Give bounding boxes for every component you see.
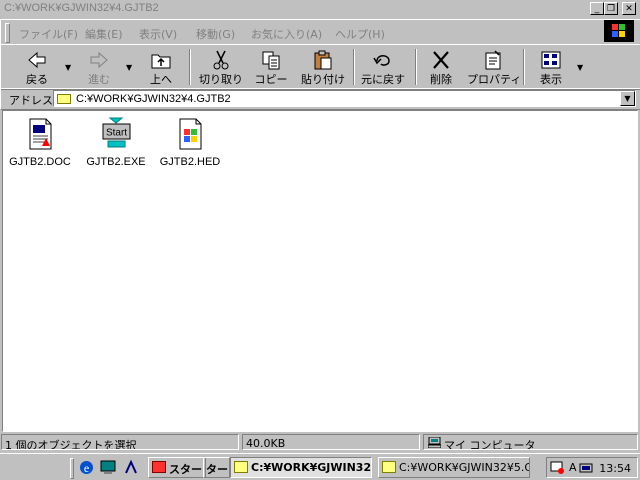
up-button[interactable]: 上へ: [139, 47, 183, 87]
exe-icon-label: Start: [106, 128, 127, 139]
network-icon[interactable]: [579, 461, 594, 475]
view-dropdown-icon[interactable]: ▼: [577, 63, 583, 72]
start-button-overlap[interactable]: タート: [203, 457, 230, 478]
menu-go[interactable]: 移動(G): [196, 26, 235, 42]
windows-flag-icon: [152, 461, 166, 473]
paste-icon: [314, 50, 332, 70]
scissors-icon: [213, 50, 229, 70]
forward-button[interactable]: 進む: [77, 47, 121, 87]
file-item-doc[interactable]: GJTB2.DOC: [0, 117, 80, 168]
computer-icon: [428, 437, 441, 448]
windows-logo-icon: [604, 20, 634, 42]
back-button[interactable]: 戻る: [15, 47, 59, 87]
status-size: 40.0KB: [242, 434, 420, 450]
file-view[interactable]: GJTB2.DOC Start GJTB2.EXE GJTB2.HED: [2, 110, 638, 432]
folder-icon: [234, 461, 248, 473]
quicklaunch-grip: [70, 458, 74, 479]
toolbar: 戻る ▼ 進む ▼ 上へ 切り取り コピー 貼り付け 元に戻す 削除 プロパティ…: [0, 44, 640, 90]
toolbar-separator: [415, 49, 417, 85]
copy-button[interactable]: コピー: [251, 47, 291, 87]
close-button[interactable]: ✕: [622, 2, 636, 15]
windows-file-icon: [179, 118, 202, 150]
menu-file[interactable]: ファイル(F): [19, 26, 78, 42]
system-tray: A 13:54: [546, 457, 638, 478]
file-item-hed[interactable]: GJTB2.HED: [150, 117, 230, 168]
maximize-button[interactable]: ❐: [604, 2, 618, 15]
menu-help[interactable]: ヘルプ(H): [335, 26, 385, 42]
properties-button[interactable]: プロパティ: [467, 47, 521, 87]
address-dropdown-button[interactable]: ▼: [620, 91, 635, 106]
view-grid-icon: [541, 51, 561, 69]
taskbar-item[interactable]: C:¥WORK¥GJWIN32¥5.G...: [378, 457, 530, 478]
undo-icon: [373, 55, 390, 66]
toolbar-separator: [353, 49, 355, 85]
file-item-exe[interactable]: Start GJTB2.EXE: [76, 117, 156, 168]
forward-arrow-icon: [90, 51, 108, 69]
delete-button[interactable]: 削除: [421, 47, 461, 87]
ime-mode-indicator[interactable]: A: [569, 461, 577, 474]
menu-edit[interactable]: 編集(E): [85, 26, 123, 42]
start-button-fragment[interactable]: スタート: [148, 457, 206, 478]
address-value: C:¥WORK¥GJWIN32¥4.GJTB2: [76, 93, 231, 105]
folder-icon: [57, 94, 71, 104]
properties-icon: [485, 50, 501, 70]
menu-view[interactable]: 表示(V): [139, 26, 177, 42]
paste-button[interactable]: 貼り付け: [298, 47, 348, 87]
window-title: C:¥WORK¥GJWIN32¥4.GJTB2: [4, 2, 159, 14]
svg-text:e: e: [84, 461, 89, 475]
title-bar: C:¥WORK¥GJWIN32¥4.GJTB2 _ ❐ ✕: [0, 0, 640, 18]
desktop-icon[interactable]: [100, 459, 118, 476]
ie-icon[interactable]: e: [78, 459, 95, 476]
doc-icon: [29, 118, 52, 150]
address-input[interactable]: C:¥WORK¥GJWIN32¥4.GJTB2 ▼: [53, 90, 636, 107]
menu-favorites[interactable]: お気に入り(A): [251, 26, 322, 42]
channels-icon[interactable]: [123, 459, 139, 476]
ime-icon[interactable]: [550, 461, 566, 475]
undo-button[interactable]: 元に戻す: [358, 47, 408, 87]
status-location: マイ コンピュータ: [423, 434, 638, 450]
start-exe-icon: Start: [102, 117, 131, 148]
address-bar: アドレス C:¥WORK¥GJWIN32¥4.GJTB2 ▼: [0, 88, 640, 110]
back-arrow-icon: [28, 51, 46, 69]
back-dropdown-icon[interactable]: ▼: [65, 63, 71, 72]
view-button[interactable]: 表示: [531, 47, 571, 87]
status-selection: 1 個のオブジェクトを選択: [1, 434, 239, 450]
toolbar-separator: [523, 49, 525, 85]
folder-icon: [382, 461, 396, 473]
delete-x-icon: [433, 51, 449, 69]
copy-icon: [262, 51, 280, 70]
clock[interactable]: 13:54: [599, 462, 631, 475]
address-label: アドレス: [9, 94, 53, 107]
toolbar-separator: [189, 49, 191, 85]
cut-button[interactable]: 切り取り: [197, 47, 245, 87]
menu-bar: ファイル(F) 編集(E) 表示(V) 移動(G) お気に入り(A) ヘルプ(H…: [0, 19, 640, 45]
status-bar: 1 個のオブジェクトを選択 40.0KB マイ コンピュータ: [0, 433, 640, 452]
menu-grip[interactable]: [5, 23, 10, 43]
minimize-button[interactable]: _: [590, 2, 604, 15]
forward-dropdown-icon[interactable]: ▼: [126, 63, 132, 72]
taskbar: e スタート タート C:¥WORK¥GJWIN32... C:¥WORK¥GJ…: [0, 453, 640, 480]
up-folder-icon: [151, 54, 171, 69]
taskbar-item-active[interactable]: C:¥WORK¥GJWIN32...: [230, 457, 372, 478]
